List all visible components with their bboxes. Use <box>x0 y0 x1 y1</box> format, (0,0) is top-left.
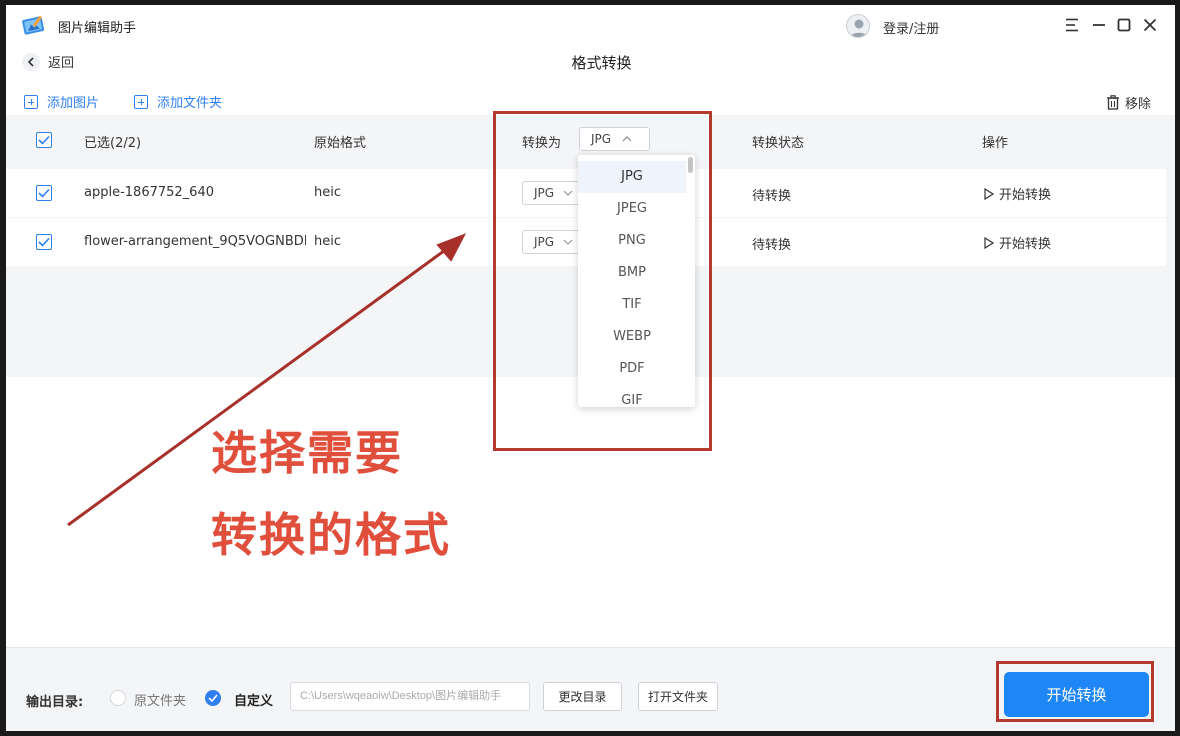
app-window: 图片编辑助手 登录/注册 返回 格式转换 添加图片 添加文件夹 移除 已选(2/… <box>6 5 1175 731</box>
annotation-text-line2: 转换的格式 <box>211 508 451 562</box>
screenshot-frame: 图片编辑助手 登录/注册 返回 格式转换 添加图片 添加文件夹 移除 已选(2/… <box>0 0 1180 736</box>
annotation-arrow <box>67 233 467 527</box>
radio-custom[interactable] <box>205 690 221 706</box>
radio-original-folder-label: 原文件夹 <box>134 694 187 709</box>
annotation-highlight-start <box>996 661 1154 722</box>
open-folder-button[interactable]: 打开文件夹 <box>638 682 718 711</box>
radio-original-folder[interactable] <box>110 690 126 706</box>
change-directory-button[interactable]: 更改目录 <box>543 682 622 711</box>
check-icon <box>208 694 218 702</box>
output-path-input[interactable]: C:\Users\wqeaoiw\Desktop\图片编辑助手 <box>290 682 530 711</box>
radio-custom-label: 自定义 <box>234 694 274 709</box>
annotation-text-line1: 选择需要 <box>211 426 403 480</box>
output-directory-label: 输出目录: <box>26 695 84 710</box>
